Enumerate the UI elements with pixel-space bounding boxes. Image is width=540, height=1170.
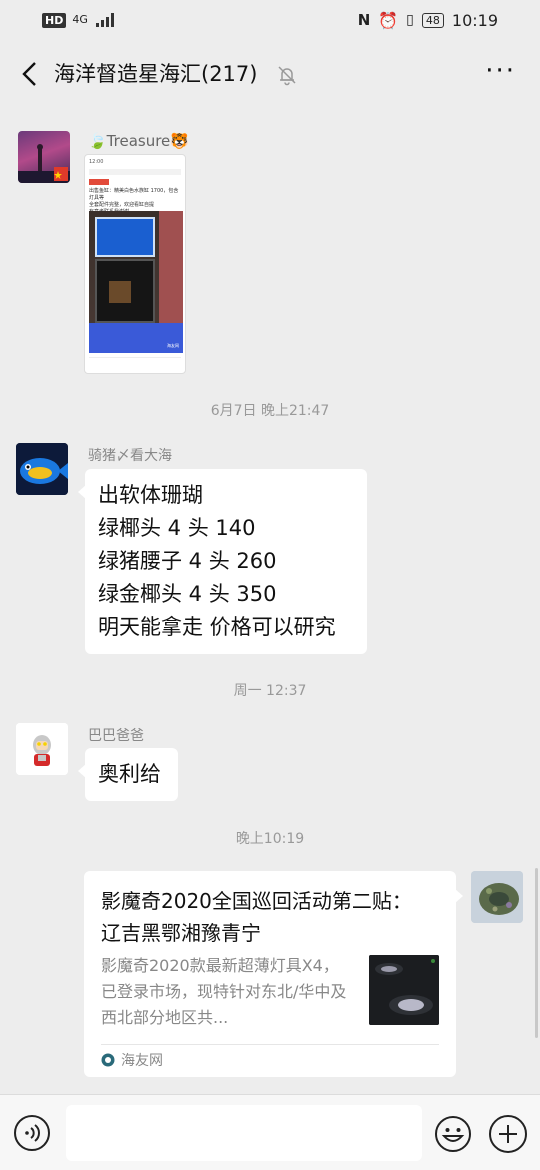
sender-name: 骑猪〆看大海 (88, 448, 172, 464)
image-caption-line: 全套配件完整，欢迎看缸自提 (89, 202, 155, 208)
timestamp: 晚上10:19 (235, 831, 305, 847)
message-line: 绿金椰头 4 头 350 (98, 582, 277, 606)
alarm-icon: ⏰ (378, 10, 399, 30)
emoji-icon[interactable] (434, 1115, 472, 1153)
more-options-button[interactable]: ··· (485, 58, 516, 84)
voice-icon[interactable] (14, 1115, 50, 1151)
link-source: 海友网 (101, 1050, 163, 1070)
aquarium-photo: 海友网 (89, 211, 183, 353)
nfc-icon: N (357, 11, 371, 29)
link-title: 影魔奇2020全国巡回活动第二贴： 辽吉黑鄂湘豫青宁 (101, 889, 412, 945)
chat-title: 海洋督造星海汇(217) (54, 62, 258, 86)
avatar[interactable] (16, 443, 68, 495)
avatar[interactable] (18, 131, 70, 183)
message-bubble[interactable]: 出软体珊瑚 绿椰头 4 头 140 绿猪腰子 4 头 260 绿金椰头 4 头 … (78, 469, 367, 654)
message-bubble[interactable]: 奥利给 (78, 748, 178, 801)
image-caption-line: 出售鱼缸：精美白色水族缸 1700，包含灯具等 (89, 188, 179, 201)
vibrate-icon: ▯ (406, 12, 414, 28)
hd-indicator: HD (42, 12, 67, 28)
sender-name: 巴巴爸爸 (88, 728, 144, 744)
site-logo-icon (101, 1053, 115, 1067)
signal-icon (95, 13, 114, 27)
message-line: 绿椰头 4 头 140 (98, 516, 256, 540)
message-line: 出软体珊瑚 (98, 483, 203, 507)
message-line: 明天能拿走 价格可以研究 (98, 615, 336, 639)
message-input[interactable] (66, 1105, 422, 1161)
status-bar: HD 4G N ⏰ ▯ 48 10:19 (0, 0, 540, 40)
input-bar (0, 1094, 540, 1170)
image-watermark: 海友网 (167, 343, 179, 348)
link-thumbnail (369, 955, 439, 1025)
timestamp: 6月7日 晚上21:47 (210, 403, 330, 419)
divider (101, 1044, 439, 1045)
scrollbar[interactable] (535, 868, 538, 1038)
image-status-text: 12:00 (89, 159, 104, 165)
sender-name: 🍃Treasure🐯 (88, 132, 189, 150)
message-line: 绿猪腰子 4 头 260 (98, 549, 277, 573)
chevron-left-icon[interactable] (14, 56, 44, 92)
clock: 10:19 (451, 10, 498, 30)
avatar[interactable] (471, 871, 523, 923)
link-card[interactable]: 影魔奇2020全国巡回活动第二贴： 辽吉黑鄂湘豫青宁 影魔奇2020款最新超薄灯… (84, 871, 463, 1077)
message-line: 奥利给 (98, 762, 161, 786)
network-type: 4G (72, 13, 88, 26)
timestamp: 周一 12:37 (233, 683, 307, 699)
avatar[interactable] (16, 723, 68, 775)
plus-icon[interactable] (489, 1115, 527, 1153)
battery-icon: 48 (421, 12, 444, 28)
link-source-name: 海友网 (121, 1053, 163, 1069)
chat-header: 海洋督造星海汇(217) ··· (0, 44, 540, 104)
link-description: 影魔奇2020款最新超薄灯具X4，已登录市场，现特针对东北/华中及西北部分地区共… (101, 956, 347, 1027)
bell-off-icon (278, 66, 296, 86)
image-message[interactable]: 12:00 出售鱼缸：精美白色水族缸 1700，包含灯具等 全套配件完整，欢迎看… (84, 154, 186, 374)
